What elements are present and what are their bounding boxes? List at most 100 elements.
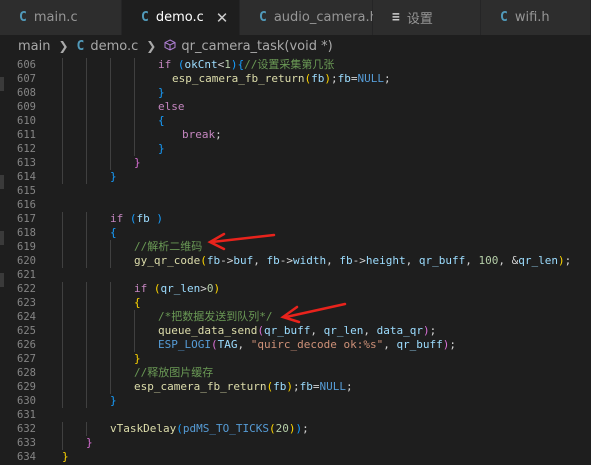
code-line: 618 { bbox=[0, 226, 591, 240]
line-number: 629 bbox=[17, 381, 36, 393]
c-file-icon: C bbox=[259, 10, 267, 25]
code-editor[interactable]: 606 if (okCnt<1){//设置采集第几张 607 esp_camera_f… bbox=[0, 57, 591, 465]
c-file-icon: C bbox=[500, 10, 508, 25]
indent-guide bbox=[62, 436, 63, 450]
code-token: if bbox=[158, 58, 172, 71]
code-token: ( bbox=[177, 58, 185, 71]
indent-guide bbox=[86, 282, 87, 296]
code-line: 613} bbox=[0, 156, 591, 170]
indent-guide bbox=[62, 114, 63, 128]
code-text: { bbox=[134, 296, 141, 310]
indent-guide bbox=[62, 366, 63, 380]
code-token: if bbox=[134, 282, 148, 295]
code-token: -> bbox=[352, 254, 366, 267]
code-token: 0 bbox=[206, 282, 214, 295]
code-token: ( bbox=[176, 422, 183, 435]
code-line: 610 { bbox=[0, 114, 591, 128]
code-token: ( bbox=[268, 422, 276, 435]
indent-guide bbox=[62, 156, 63, 170]
tab-wifi-h[interactable]: Cwifi.h bbox=[481, 0, 591, 35]
indent-guide bbox=[110, 254, 111, 268]
code-token: > bbox=[200, 282, 207, 295]
code-text: break; bbox=[182, 128, 222, 142]
line-number: 627 bbox=[17, 353, 36, 365]
code-token: ; bbox=[383, 72, 391, 85]
indent-guide bbox=[134, 128, 135, 142]
code-token: } bbox=[110, 170, 117, 183]
line-number: 633 bbox=[17, 437, 36, 449]
indent-guide bbox=[110, 366, 111, 380]
code-token: ; bbox=[215, 128, 222, 141]
line-number: 634 bbox=[17, 451, 36, 463]
code-token: qr_buff bbox=[396, 338, 443, 351]
code-token: ; bbox=[292, 380, 300, 393]
code-token: , bbox=[237, 338, 251, 351]
code-token: , bbox=[405, 254, 419, 267]
breadcrumb-symbol[interactable]: qr_camera_task(void *) bbox=[181, 39, 332, 54]
line-number: 631 bbox=[17, 409, 36, 421]
indent-guide bbox=[86, 226, 87, 240]
indent-guide bbox=[62, 100, 63, 114]
code-line: 606 if (okCnt<1){//设置采集第几张 bbox=[0, 58, 591, 72]
code-token: qr_buff bbox=[263, 324, 311, 337]
breadcrumb-folder[interactable]: main bbox=[18, 39, 50, 54]
indent-guide bbox=[62, 170, 63, 184]
indent-guide bbox=[62, 128, 63, 142]
indent-guide bbox=[62, 422, 63, 436]
code-token: ( bbox=[153, 282, 161, 295]
line-number: 620 bbox=[17, 255, 36, 267]
code-token: esp_camera_fb_return bbox=[172, 72, 305, 85]
code-token: , bbox=[253, 254, 267, 267]
code-line: 628 //释放图片缓存 bbox=[0, 366, 591, 380]
tab-audio-camera-h[interactable]: Caudio_camera.h bbox=[240, 0, 378, 35]
tab-label: demo.c bbox=[155, 10, 204, 25]
code-token: height bbox=[365, 254, 406, 267]
code-token: fb bbox=[337, 72, 351, 85]
code-token: TAG bbox=[217, 338, 238, 351]
code-token: ; bbox=[429, 324, 437, 337]
code-token: ; bbox=[449, 338, 457, 351]
code-text: queue_data_send(qr_buff, qr_len, data_qr… bbox=[158, 324, 436, 338]
line-number: 611 bbox=[17, 129, 36, 141]
line-number: 628 bbox=[17, 367, 36, 379]
code-token: qr_len bbox=[160, 282, 201, 295]
code-line: 621 bbox=[0, 268, 591, 282]
code-line: 611 break; bbox=[0, 128, 591, 142]
indent-guide bbox=[62, 282, 63, 296]
code-token: else bbox=[158, 100, 185, 113]
line-number: 622 bbox=[17, 283, 36, 295]
indent-guide bbox=[134, 338, 135, 352]
tab-main-c[interactable]: Cmain.c bbox=[0, 0, 122, 35]
code-token: //释放图片缓存 bbox=[134, 366, 214, 379]
code-line: 612} bbox=[0, 142, 591, 156]
code-text: esp_camera_fb_return(fb);fb=NULL; bbox=[172, 72, 391, 86]
code-token: queue_data_send bbox=[158, 324, 258, 337]
indent-guide bbox=[86, 212, 87, 226]
code-line: 629 esp_camera_fb_return(fb);fb=NULL; bbox=[0, 380, 591, 394]
indent-guide bbox=[62, 310, 63, 324]
code-text: if (qr_len>0) bbox=[134, 282, 220, 296]
indent-guide bbox=[86, 58, 87, 72]
code-token: , & bbox=[498, 254, 519, 267]
indent-guide bbox=[86, 240, 87, 254]
tab-demo-c[interactable]: Cdemo.c ✕ bbox=[122, 0, 240, 35]
code-token: ( bbox=[210, 338, 218, 351]
indent-guide bbox=[62, 72, 63, 86]
indent-guide bbox=[110, 114, 111, 128]
chevron-right-icon: ❯ bbox=[146, 39, 157, 53]
code-line: 627} bbox=[0, 352, 591, 366]
line-number: 618 bbox=[17, 227, 36, 239]
breadcrumb-file[interactable]: demo.c bbox=[90, 39, 138, 54]
code-token: esp_camera_fb_return bbox=[134, 380, 267, 393]
code-text: esp_camera_fb_return(fb);fb=NULL; bbox=[134, 380, 353, 394]
code-token: , bbox=[326, 254, 340, 267]
chevron-right-icon: ❯ bbox=[58, 39, 69, 53]
code-line: 632 vTaskDelay(pdMS_TO_TICKS(20)); bbox=[0, 422, 591, 436]
tab--[interactable]: ≡ 设置 bbox=[373, 0, 481, 35]
close-icon[interactable]: ✕ bbox=[216, 9, 229, 27]
code-token: NULL bbox=[319, 380, 346, 393]
code-token: ) bbox=[324, 72, 331, 85]
code-token: fb bbox=[206, 254, 221, 267]
line-number: 612 bbox=[17, 143, 36, 155]
